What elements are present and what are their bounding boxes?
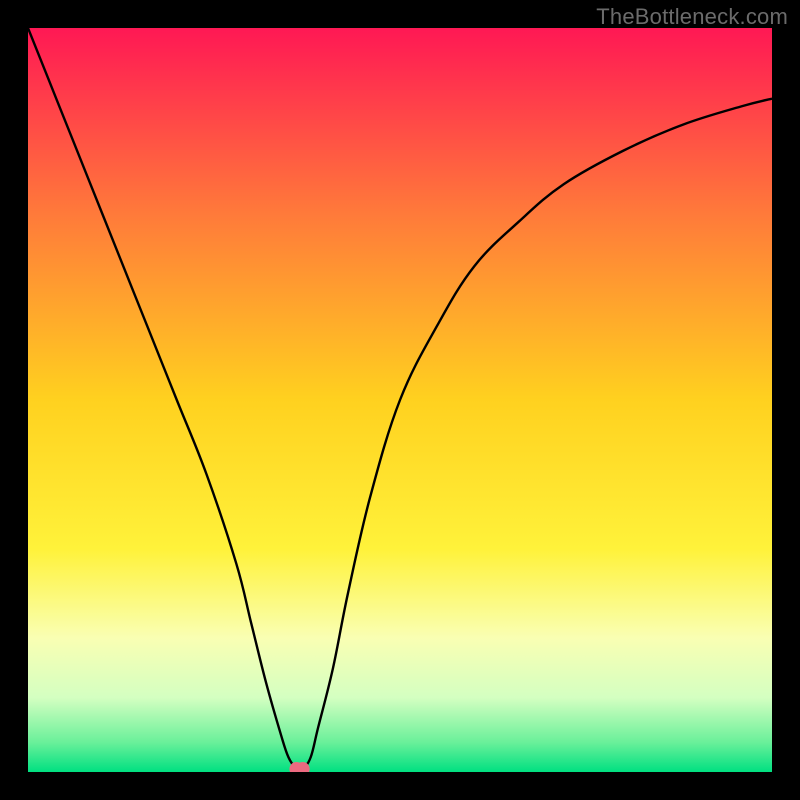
chart-frame [28, 28, 772, 772]
chart-canvas [28, 28, 772, 772]
current-point-marker [289, 762, 309, 772]
watermark-text: TheBottleneck.com [596, 4, 788, 30]
